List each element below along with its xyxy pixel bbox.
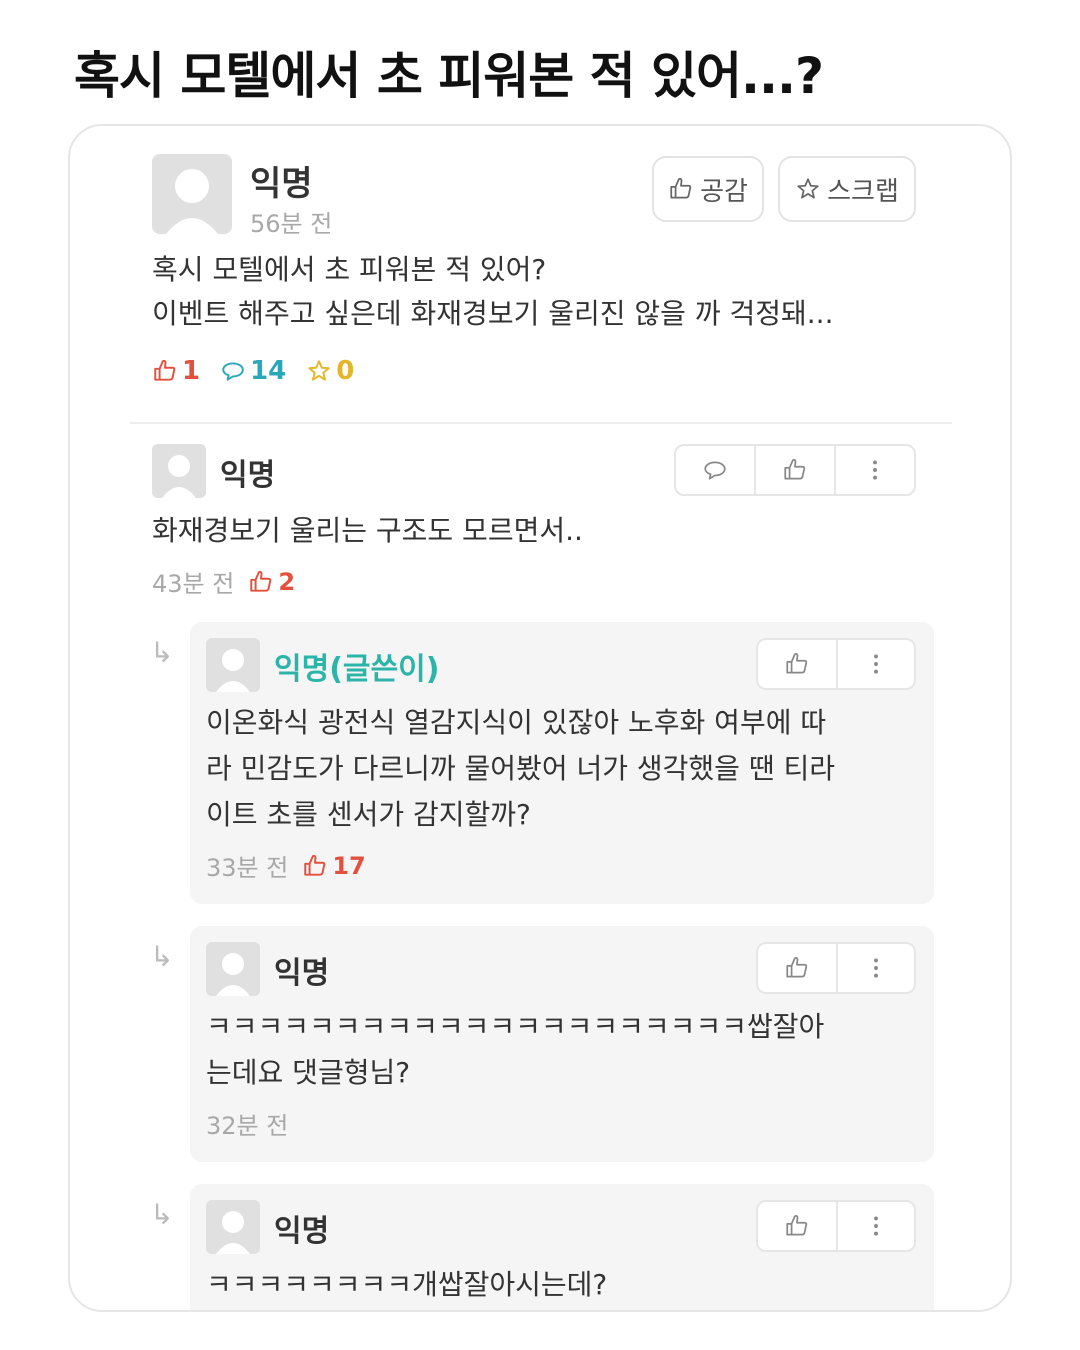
reply-meta: 33분 전 17 xyxy=(206,848,366,883)
reply-line: 이온화식 광전식 열감지식이 있잖아 노후화 여부에 따 xyxy=(206,706,827,739)
thumbs-up-icon xyxy=(250,570,272,592)
avatar[interactable] xyxy=(206,1200,260,1254)
more-button[interactable] xyxy=(836,446,914,494)
like-button[interactable] xyxy=(758,1202,838,1250)
user-avatar-icon xyxy=(152,154,232,234)
reply-line: 는데요 댓글형님? xyxy=(206,1056,411,1089)
like-button[interactable]: 공감 xyxy=(652,156,764,222)
more-button[interactable] xyxy=(838,640,914,688)
scrap-button-label: 스크랩 xyxy=(827,176,899,207)
user-avatar-icon xyxy=(206,638,260,692)
speech-bubble-icon xyxy=(704,461,726,480)
avatar[interactable] xyxy=(206,942,260,996)
reply-button[interactable] xyxy=(676,446,756,494)
speech-bubble-icon xyxy=(222,362,244,381)
comment-line: 화재경보기 울리는 구조도 모르면서.. xyxy=(152,514,583,547)
reply-arrow-icon: ↳ xyxy=(150,940,174,973)
reply-arrow-icon: ↳ xyxy=(150,1198,174,1231)
comment-likes: 2 xyxy=(248,568,295,596)
reply-text: ㅋㅋㅋㅋㅋㅋㅋㅋㅋㅋㅋㅋㅋㅋㅋㅋㅋㅋㅋㅋㅋ쌉잘아 는데요 댓글형님? xyxy=(206,1004,926,1096)
reply-line: 라 민감도가 다르니까 물어봤어 너가 생각했을 땐 티라 xyxy=(206,752,836,785)
star-icon xyxy=(308,360,331,381)
scrap-count: 0 xyxy=(306,356,354,386)
avatar[interactable] xyxy=(206,638,260,692)
like-count-value: 1 xyxy=(182,356,201,386)
divider xyxy=(130,422,952,424)
star-icon xyxy=(797,178,819,199)
like-button[interactable] xyxy=(758,640,838,688)
reply-actions xyxy=(756,1200,916,1252)
thumbs-up-icon xyxy=(670,178,692,199)
user-avatar-icon xyxy=(206,1200,260,1254)
reply-line: ㅋㅋㅋㅋㅋㅋㅋㅋ개쌉잘아시는데? xyxy=(206,1268,608,1301)
avatar[interactable] xyxy=(152,444,206,498)
like-button-label: 공감 xyxy=(700,176,748,207)
reply-line: 이트 초를 센서가 감지할까? xyxy=(206,798,531,831)
like-button[interactable] xyxy=(756,446,836,494)
reply-author: 익명 xyxy=(274,1214,330,1249)
thumbs-up-icon xyxy=(786,1215,808,1236)
thumbs-up-icon xyxy=(786,957,808,978)
reply-meta: 32분 전 xyxy=(206,1106,288,1141)
post-author: 익명 xyxy=(250,164,313,204)
avatar[interactable] xyxy=(152,154,232,234)
comment-meta: 43분 전 2 xyxy=(152,564,295,599)
post-stats: 1 14 0 xyxy=(152,356,354,386)
thumbs-up-icon xyxy=(786,653,808,674)
scrap-button[interactable]: 스크랩 xyxy=(778,156,916,222)
reply-text: ㅋㅋㅋㅋㅋㅋㅋㅋ개쌉잘아시는데? xyxy=(206,1262,926,1308)
reply-arrow-icon: ↳ xyxy=(150,636,174,669)
reply-likes-value: 17 xyxy=(332,851,366,880)
reply-author-op: 익명(글쓴이) xyxy=(274,652,440,687)
thumbs-up-icon xyxy=(154,359,176,381)
reply-author: 익명 xyxy=(274,956,330,991)
comment-author: 익명 xyxy=(220,458,276,493)
more-vertical-icon xyxy=(874,958,878,978)
comment-likes-value: 2 xyxy=(278,567,296,596)
more-vertical-icon xyxy=(874,654,878,674)
post-body-line: 혹시 모텔에서 초 피워본 적 있어? xyxy=(152,253,547,286)
user-avatar-icon xyxy=(152,444,206,498)
reply-line: ㅋㅋㅋㅋㅋㅋㅋㅋㅋㅋㅋㅋㅋㅋㅋㅋㅋㅋㅋㅋㅋ쌉잘아 xyxy=(206,1010,825,1043)
reply-actions xyxy=(756,942,916,994)
scrap-count-value: 0 xyxy=(336,356,355,386)
user-avatar-icon xyxy=(206,942,260,996)
comment-actions xyxy=(674,444,916,496)
like-button[interactable] xyxy=(758,944,838,992)
reply-time: 33분 전 xyxy=(206,854,289,882)
more-vertical-icon xyxy=(873,460,877,480)
comment-count-value: 14 xyxy=(250,356,287,386)
reply-likes: 17 xyxy=(302,851,366,880)
reply-actions xyxy=(756,638,916,690)
thumbs-up-icon xyxy=(784,459,806,480)
post-body-line: 이벤트 해주고 싶은데 화재경보기 울리진 않을 까 걱정돼... xyxy=(152,297,834,330)
more-button[interactable] xyxy=(838,1202,914,1250)
headline: 혹시 모텔에서 초 피워본 적 있어...? xyxy=(74,47,824,105)
comment-count: 14 xyxy=(220,356,286,386)
more-vertical-icon xyxy=(874,1216,878,1236)
reply-time: 32분 전 xyxy=(206,1112,289,1140)
comment-text: 화재경보기 울리는 구조도 모르면서.. xyxy=(152,508,932,554)
post-body: 혹시 모텔에서 초 피워본 적 있어? 이벤트 해주고 싶은데 화재경보기 울리… xyxy=(152,248,952,336)
like-count: 1 xyxy=(152,356,200,386)
more-button[interactable] xyxy=(838,944,914,992)
post-card: 익명 56분 전 공감 스크랩 혹시 모텔에서 초 피워본 적 있어? 이벤트 … xyxy=(68,124,1012,1312)
thumbs-up-icon xyxy=(304,854,326,876)
reply-text: 이온화식 광전식 열감지식이 있잖아 노후화 여부에 따 라 민감도가 다르니까… xyxy=(206,700,926,838)
post-time: 56분 전 xyxy=(250,210,333,238)
comment-time: 43분 전 xyxy=(152,570,235,598)
